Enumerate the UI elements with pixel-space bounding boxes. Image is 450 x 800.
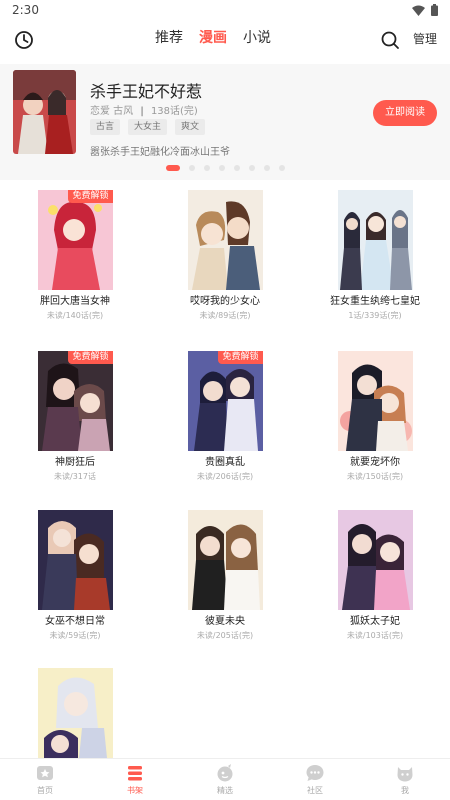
carousel-dot[interactable] — [188, 165, 195, 171]
comic-cover-image[interactable] — [337, 351, 413, 451]
comic-progress: 1话/339话(完) — [348, 311, 402, 320]
comic-title[interactable]: 就要宠坏你 — [320, 456, 430, 470]
status-time: 2:30 — [12, 3, 39, 17]
comic-progress: 未读/150话(完) — [346, 472, 404, 481]
profile-icon — [397, 767, 413, 782]
comic-card[interactable]: 免费解锁 贵圈真乱 未读/206话(完) — [170, 351, 280, 483]
banner-tags: 古言 大女主 爽文 — [90, 119, 206, 135]
comic-cover-image[interactable]: 免费解锁 — [187, 351, 263, 451]
comic-card[interactable]: 狐妖太子妃 未读/103话(完) — [320, 510, 430, 642]
banner-genres: 恋爱 古风 — [90, 106, 134, 117]
comic-title[interactable]: 女巫不想日常 — [20, 615, 130, 629]
top-nav: 推荐 漫画 小说 管理 — [0, 22, 450, 58]
comic-cover-image[interactable] — [337, 510, 413, 610]
comic-progress: 未读/103话(完) — [346, 631, 404, 640]
comic-title[interactable]: 哎呀我的少女心 — [170, 295, 280, 309]
comic-card[interactable]: 女巫不想日常 未读/59话(完) — [20, 510, 130, 642]
carousel-dot[interactable] — [248, 165, 255, 171]
comic-card[interactable]: 就要宠坏你 未读/150话(完) — [320, 351, 430, 483]
comic-card[interactable]: 免费解锁 胖回大唐当女神 未读/140话(完) — [20, 190, 130, 322]
banner-title[interactable]: 杀手王妃不好惹 — [90, 78, 202, 102]
bottom-nav-label: 书架 — [127, 786, 143, 795]
carousel-dot[interactable] — [263, 165, 270, 171]
featured-icon — [217, 764, 233, 782]
comic-title[interactable]: 彼夏未央 — [170, 615, 280, 629]
comic-title[interactable]: 贵圈真乱 — [170, 456, 280, 470]
bottom-nav-label: 精选 — [217, 786, 233, 795]
comic-progress: 未读/59话(完) — [49, 631, 101, 640]
comic-progress: 未读/140话(完) — [46, 311, 104, 320]
comic-title[interactable]: 狐妖太子妃 — [320, 615, 430, 629]
bottom-nav: 首页 书架 精选 社区 我 — [0, 758, 450, 800]
bottom-nav-profile[interactable]: 我 — [360, 759, 450, 800]
comic-card[interactable]: 免费解锁 神厨狂后 未读/317话 — [20, 351, 130, 483]
tab-recommend[interactable]: 推荐 — [155, 28, 183, 48]
search-icon[interactable] — [380, 30, 400, 50]
comic-progress: 未读/205话(完) — [196, 631, 254, 640]
featured-banner[interactable]: 杀手王妃不好惹 恋爱 古风 | 138话(完) 古言 大女主 爽文 嚣张杀手王妃… — [0, 64, 450, 180]
carousel-indicators — [0, 165, 450, 171]
comic-progress: 未读/317话 — [54, 472, 96, 481]
bottom-nav-label: 首页 — [37, 786, 53, 795]
comic-cover-image[interactable] — [337, 190, 413, 290]
banner-description: 嚣张杀手王妃融化冷面冰山王爷 — [90, 147, 230, 158]
community-icon — [306, 765, 324, 781]
free-unlock-badge: 免费解锁 — [68, 351, 113, 364]
comic-card[interactable] — [20, 668, 130, 758]
manage-button[interactable]: 管理 — [413, 30, 437, 48]
bottom-nav-featured[interactable]: 精选 — [180, 759, 270, 800]
comic-card[interactable]: 狂女重生纨绔七皇妃 1话/339话(完) — [320, 190, 430, 322]
banner-cover-image[interactable] — [13, 70, 76, 154]
comic-title[interactable]: 狂女重生纨绔七皇妃 — [320, 295, 430, 309]
bottom-nav-home[interactable]: 首页 — [0, 759, 90, 800]
comic-title[interactable]: 胖回大唐当女神 — [20, 295, 130, 309]
tag: 古言 — [90, 119, 121, 135]
comic-card[interactable]: 哎呀我的少女心 未读/89话(完) — [170, 190, 280, 322]
comic-progress: 未读/206话(完) — [196, 472, 254, 481]
tab-novels[interactable]: 小说 — [243, 28, 271, 48]
home-icon — [37, 766, 53, 780]
history-icon[interactable] — [14, 30, 34, 50]
carousel-dot[interactable] — [233, 165, 240, 171]
free-unlock-badge: 免费解锁 — [68, 190, 113, 203]
comic-cover-image[interactable] — [37, 668, 113, 758]
nav-tabs: 推荐 漫画 小说 — [155, 28, 271, 48]
app-screen: 2:30 推荐 漫画 小说 管理 杀手王妃不好惹 恋爱 古风 | 138话(完)… — [0, 0, 450, 800]
comic-cover-image[interactable]: 免费解锁 — [37, 190, 113, 290]
bottom-nav-label: 我 — [401, 786, 409, 795]
battery-icon — [431, 4, 438, 16]
comic-cover-image[interactable] — [187, 190, 263, 290]
tab-comics[interactable]: 漫画 — [199, 28, 227, 48]
bottom-nav-community[interactable]: 社区 — [270, 759, 360, 800]
comic-card[interactable]: 彼夏未央 未读/205话(完) — [170, 510, 280, 642]
banner-chapters: 138话(完) — [150, 106, 198, 117]
wifi-icon — [412, 5, 425, 16]
comic-cover-image[interactable] — [187, 510, 263, 610]
comic-cover-image[interactable]: 免费解锁 — [37, 351, 113, 451]
comic-title[interactable]: 神厨狂后 — [20, 456, 130, 470]
comic-cover-image[interactable] — [37, 510, 113, 610]
banner-meta: 恋爱 古风 | 138话(完) — [90, 106, 198, 117]
carousel-dot[interactable] — [278, 165, 285, 171]
carousel-dot-active[interactable] — [165, 165, 180, 171]
bottom-nav-bookshelf[interactable]: 书架 — [90, 759, 180, 800]
bottom-nav-label: 社区 — [307, 786, 323, 795]
status-bar: 2:30 — [0, 0, 450, 22]
comic-progress: 未读/89话(完) — [199, 311, 251, 320]
status-icons — [412, 4, 438, 16]
tag: 爽文 — [175, 119, 206, 135]
bookshelf-icon — [128, 766, 142, 781]
carousel-dot[interactable] — [218, 165, 225, 171]
carousel-dot[interactable] — [203, 165, 210, 171]
tag: 大女主 — [128, 119, 168, 135]
read-now-button[interactable]: 立即阅读 — [373, 100, 437, 126]
comic-grid: 免费解锁 胖回大唐当女神 未读/140话(完) 哎呀我的少女心 未读/89话(完… — [0, 188, 450, 758]
free-unlock-badge: 免费解锁 — [218, 351, 263, 364]
